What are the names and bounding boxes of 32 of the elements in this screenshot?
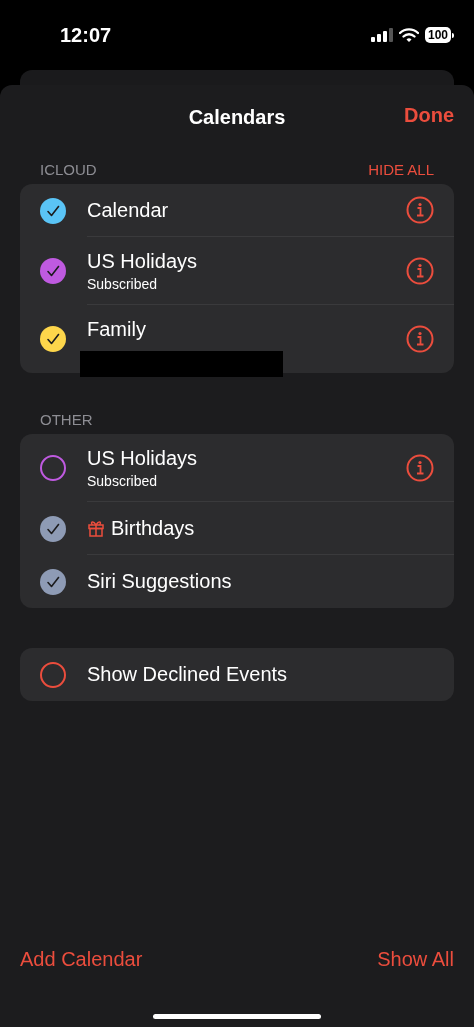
gift-icon — [87, 519, 105, 537]
calendar-status: Subscribed — [87, 472, 159, 489]
section-header: OTHER — [40, 411, 93, 428]
calendar-name: Siri Suggestions — [87, 570, 232, 593]
hide-all-button[interactable]: HIDE ALL — [368, 161, 434, 178]
signal-icon — [370, 28, 393, 42]
checked-circle[interactable] — [40, 568, 66, 595]
checked-circle[interactable] — [40, 197, 66, 224]
calendar-name: Family — [87, 317, 146, 341]
section-header: ICLOUD — [40, 161, 97, 178]
calendar-name: Birthdays — [111, 516, 195, 540]
info-icon[interactable] — [406, 325, 434, 353]
unchecked-circle[interactable] — [40, 455, 66, 481]
done-button[interactable]: Done — [404, 104, 454, 127]
show-all-button[interactable]: Show All — [377, 948, 454, 971]
calendar-name: Show Declined Events — [87, 663, 288, 686]
info-icon[interactable] — [406, 196, 434, 224]
info-icon[interactable] — [406, 256, 434, 285]
battery-indicator: 100 — [424, 27, 454, 43]
calendar-name: Calendar — [87, 198, 169, 222]
calendar-name: US Holidays — [87, 446, 198, 470]
checked-circle[interactable] — [40, 326, 66, 352]
calendar-status: Subscribed — [87, 275, 159, 292]
add-calendar-button[interactable]: Add Calendar — [20, 948, 143, 971]
calendar-name: US Holidays — [87, 249, 198, 273]
checked-circle[interactable] — [40, 258, 66, 284]
wifi-icon — [398, 27, 419, 43]
unchecked-circle[interactable] — [40, 661, 66, 688]
checked-circle[interactable] — [40, 515, 66, 542]
sheet-title: Calendars — [188, 105, 286, 129]
clock-time: 12:07 — [60, 23, 113, 47]
info-icon[interactable] — [406, 453, 434, 482]
